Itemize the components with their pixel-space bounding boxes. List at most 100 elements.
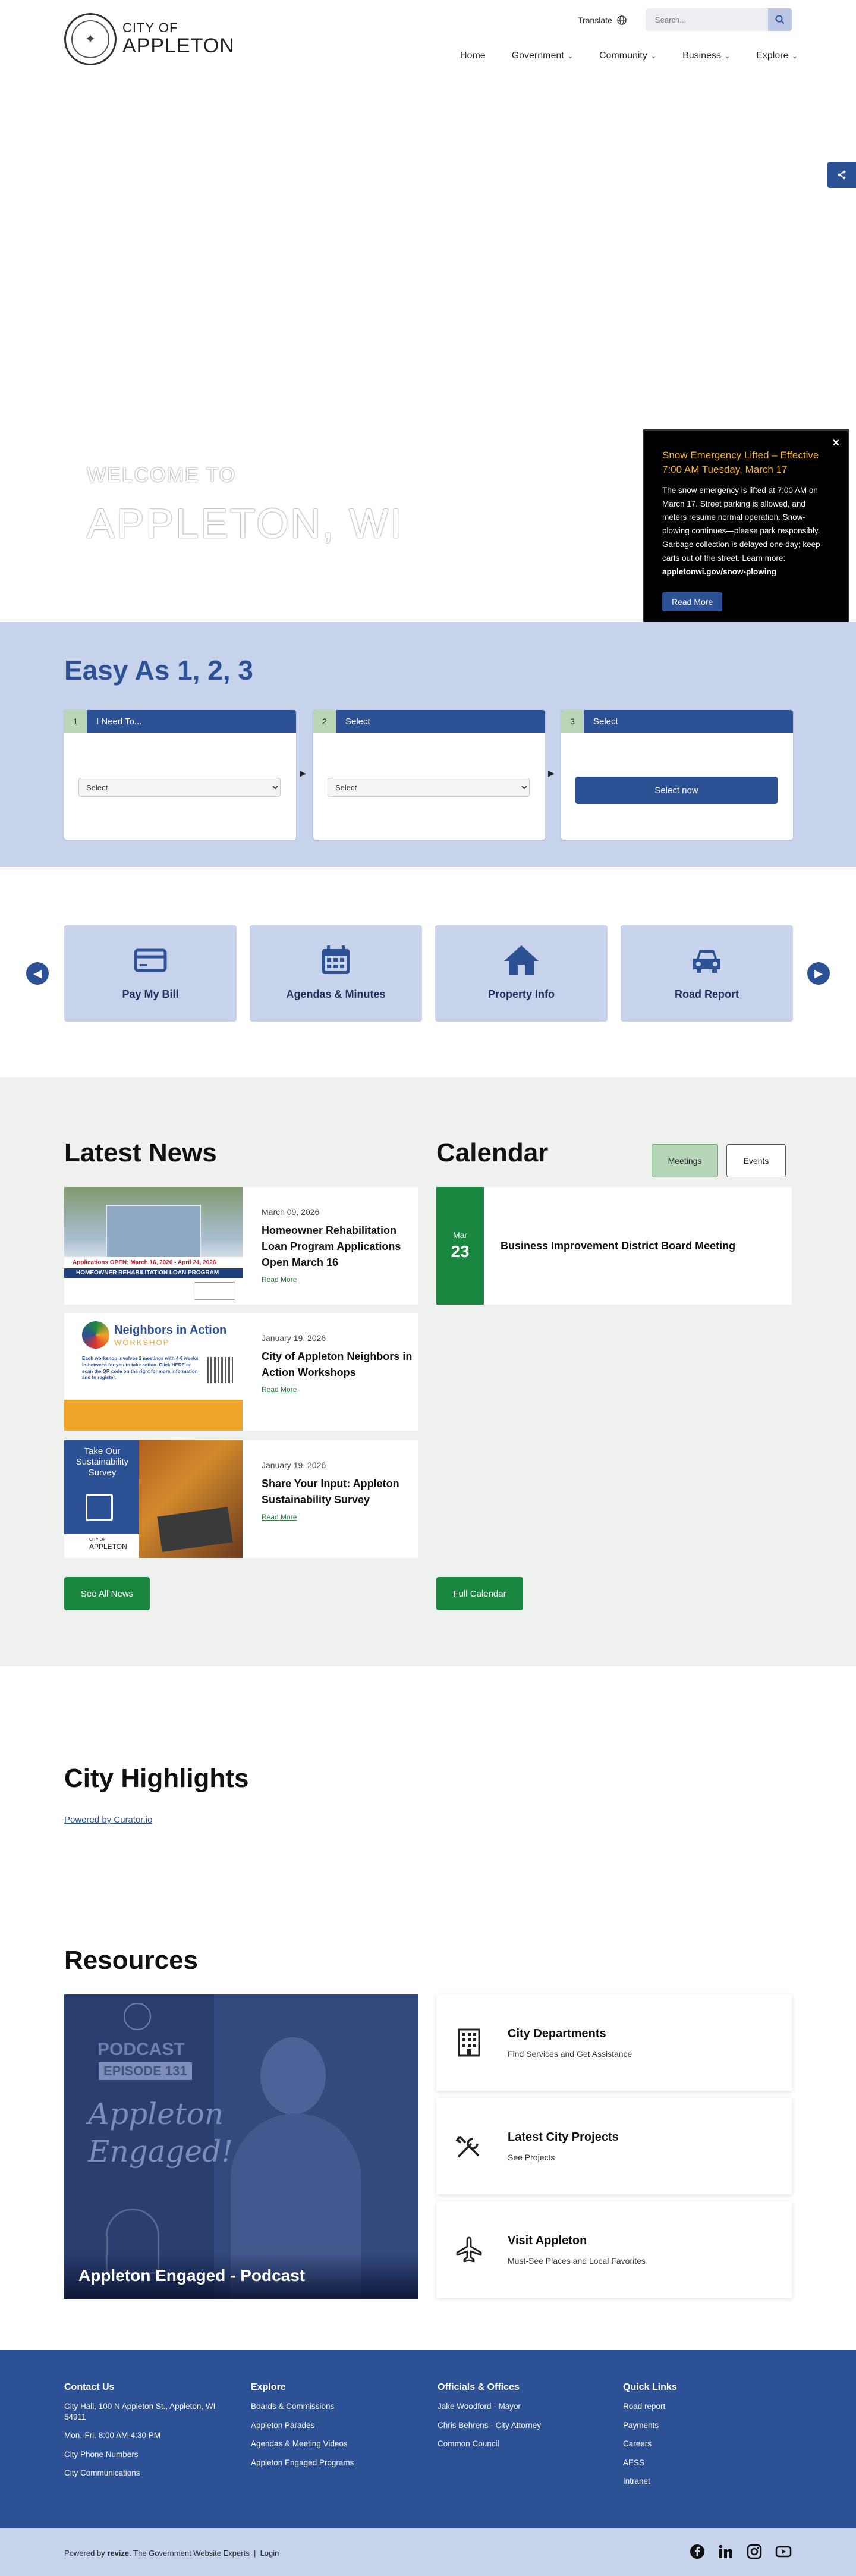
thumb-title: Take Our Sustainability Survey [75,1446,129,1478]
revize-link[interactable]: revize. [107,2549,131,2558]
footer-link[interactable]: City Phone Numbers [64,2449,231,2460]
nav-community[interactable]: Community ⌄ [586,48,669,64]
footer-heading: Contact Us [64,2382,115,2392]
calendar-icon [322,945,350,974]
nav-home[interactable]: Home [447,48,499,64]
footer-explore: Explore Boards & Commissions Appleton Pa… [251,2382,405,2476]
city-seal-logo[interactable]: ✦ [64,13,117,65]
news-item[interactable]: Take Our Sustainability Survey CITY OF A… [64,1440,418,1558]
news-headline[interactable]: Share Your Input: Appleton Sustainabilit… [262,1476,418,1508]
news-headline[interactable]: City of Appleton Neighbors in Action Wor… [262,1349,418,1381]
resource-city-projects[interactable]: Latest City Projects See Projects [436,2098,792,2194]
footer-link[interactable]: Jake Woodford - Mayor [438,2401,592,2412]
footer-contact: Contact Us City Hall, 100 N Appleton St.… [64,2382,231,2487]
nav-business-label: Business [682,51,721,61]
checklist-icon [86,1494,113,1521]
news-read-more-link[interactable]: Read More [262,1276,297,1284]
facebook-icon[interactable] [690,2544,705,2559]
podcast-feature[interactable]: PODCAST EPISODE 131 Appleton Engaged! Ap… [64,1994,418,2299]
carousel-prev-button[interactable]: ◀ [26,962,49,985]
footer-link[interactable]: Payments [623,2420,778,2431]
footer-link[interactable]: Boards & Commissions [251,2401,405,2412]
footer-link[interactable]: Chris Behrens - City Attorney [438,2420,592,2431]
footer-link[interactable]: Common Council [438,2439,592,2449]
step-3-label: Select [593,716,618,727]
news-headline[interactable]: Homeowner Rehabilitation Loan Program Ap… [262,1223,418,1271]
carousel-next-button[interactable]: ▶ [807,962,830,985]
resources-section: Resources PODCAST EPISODE 131 Appleton E… [0,1916,856,2350]
footer-link[interactable]: Appleton Parades [251,2420,405,2431]
full-calendar-button[interactable]: Full Calendar [436,1577,523,1610]
nav-explore-label: Explore [756,51,789,61]
resource-city-departments[interactable]: City Departments Find Services and Get A… [436,1994,792,2091]
news-item[interactable]: Applications OPEN: March 16, 2026 - Apri… [64,1187,418,1305]
step-2-label: Select [345,716,370,727]
footer-hours: Mon.-Fri. 8:00 AM-4:30 PM [64,2431,161,2440]
news-read-more-link[interactable]: Read More [262,1386,297,1394]
car-icon [693,950,720,973]
footer-link[interactable]: City Communications [64,2468,231,2478]
footer-link[interactable]: AESS [623,2458,778,2468]
instagram-icon[interactable] [747,2544,762,2559]
nav-explore[interactable]: Explore ⌄ [743,48,810,64]
search-input[interactable] [646,8,768,31]
alert-link[interactable]: appletonwi.gov/snow-plowing [662,566,831,579]
resource-visit-appleton[interactable]: Visit Appleton Must-See Places and Local… [436,2201,792,2298]
footer-link[interactable]: Agendas & Meeting Videos [251,2439,405,2449]
step-arrow-icon: ▶ [548,768,555,778]
search-button[interactable] [768,8,792,31]
quick-link-property[interactable]: Property Info [435,925,608,1022]
tab-meetings[interactable]: Meetings [652,1144,718,1177]
site-footer: Contact Us City Hall, 100 N Appleton St.… [0,2350,856,2528]
share-button[interactable] [827,162,856,188]
see-all-news-button[interactable]: See All News [64,1577,150,1610]
quick-link-road-report[interactable]: Road Report [621,925,793,1022]
step-2-header: 2 Select [313,710,545,733]
select-now-button[interactable]: Select now [575,777,778,804]
search-icon [775,15,785,24]
alert-popup: × Snow Emergency Lifted – Effective 7:00… [643,429,849,636]
alert-read-more-button[interactable]: Read More [662,592,723,612]
resource-title: City Departments [508,2027,606,2040]
step-1-select[interactable]: Select [78,778,281,797]
footer-heading: Explore [251,2382,286,2392]
quick-link-pay-bill[interactable]: Pay My Bill [64,925,237,1022]
nav-community-label: Community [599,51,647,61]
footer-link[interactable]: Appleton Engaged Programs [251,2458,405,2468]
login-link[interactable]: Login [260,2549,279,2558]
podcast-script: Appleton Engaged! [88,2097,234,2169]
globe-icon [617,15,627,25]
footer-link[interactable]: Intranet [623,2476,778,2487]
site-logo-text[interactable]: CITY OF APPLETON [122,21,235,56]
step-2-number: 2 [313,710,336,733]
host-photo [260,2037,326,2115]
resource-title: Latest City Projects [508,2130,619,2144]
curator-powered-link[interactable]: Powered by Curator.io [64,1815,152,1825]
footer-link[interactable]: Careers [623,2439,778,2449]
footer-officials: Officials & Offices Jake Woodford - Mayo… [438,2382,592,2458]
step-1-label: I Need To... [96,716,142,727]
translate-label: Translate [578,15,612,25]
site-header: ✦ CITY OF APPLETON Translate Home Govern… [0,0,856,83]
step-2-select[interactable]: Select [328,778,530,797]
footer-link[interactable]: Road report [623,2401,778,2412]
calendar-event[interactable]: Mar 23 Business Improvement District Boa… [436,1187,792,1305]
event-month: Mar [452,1230,468,1240]
nav-home-label: Home [460,51,486,61]
news-date: March 09, 2026 [262,1207,320,1217]
linkedin-icon[interactable] [718,2544,734,2559]
tab-events[interactable]: Events [726,1144,786,1177]
news-item[interactable]: Neighbors in Action WORKSHOP Each worksh… [64,1313,418,1431]
hero-welcome-text: WELCOME TO [87,464,237,486]
nav-business[interactable]: Business ⌄ [669,48,743,64]
quick-link-agendas[interactable]: Agendas & Minutes [250,925,422,1022]
close-icon[interactable]: × [832,436,839,450]
youtube-icon[interactable] [775,2544,792,2559]
powered-suffix: The Government Website Experts [131,2549,250,2558]
translate-button[interactable]: Translate [578,15,627,25]
house-icon [504,945,539,975]
arrow-right-icon: ▶ [814,967,823,979]
nav-government[interactable]: Government ⌄ [499,48,586,64]
news-read-more-link[interactable]: Read More [262,1513,297,1521]
news-thumbnail-rehab: Applications OPEN: March 16, 2026 - Apri… [64,1187,243,1305]
